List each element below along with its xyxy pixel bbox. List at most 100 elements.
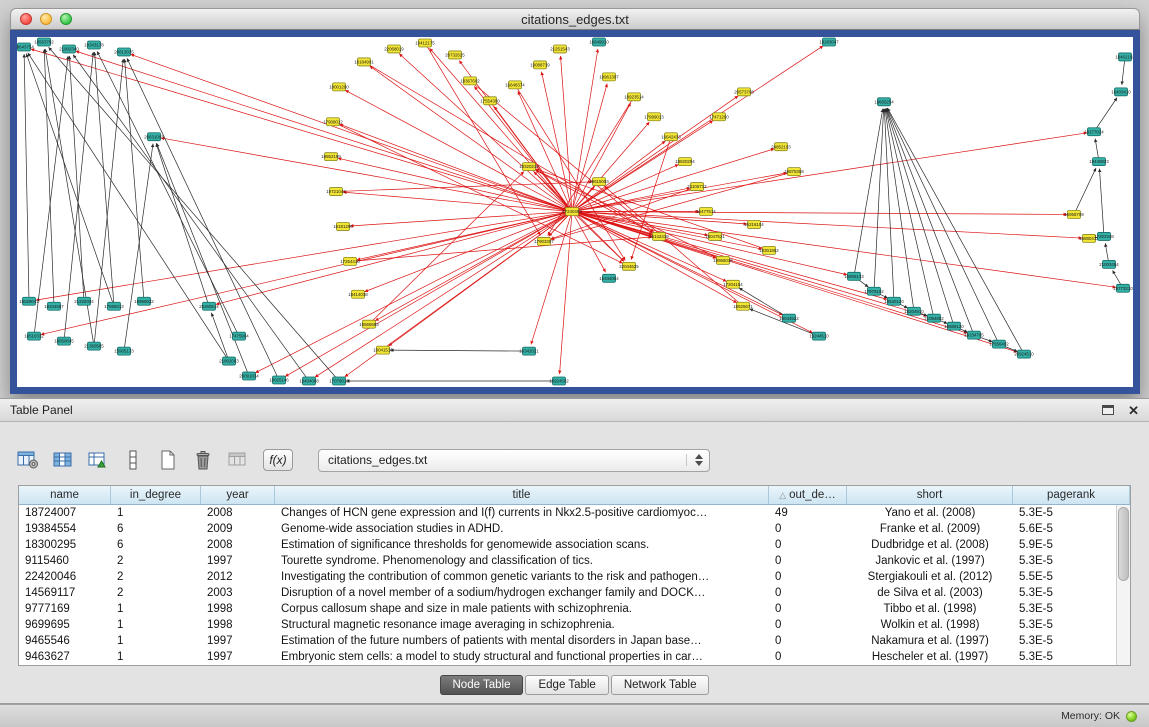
select-columns-icon[interactable]: [51, 448, 75, 472]
graph-node-yellow[interactable]: 16041516: [373, 346, 393, 354]
citation-edge-red[interactable]: [560, 212, 572, 375]
graph-node-yellow[interactable]: 17204154: [723, 280, 743, 288]
table-cell[interactable]: Structural magnetic resonance image aver…: [275, 619, 769, 631]
graph-node-yellow[interactable]: 18184901: [354, 58, 374, 66]
citation-edge-black[interactable]: [127, 58, 279, 380]
table-cell[interactable]: 0: [769, 635, 847, 647]
citation-edge-red[interactable]: [572, 212, 1017, 352]
graph-node-yellow[interactable]: 19615093: [589, 178, 609, 186]
table-cell[interactable]: 0: [769, 619, 847, 631]
table-cell[interactable]: Wolkin et al. (1998): [847, 619, 1013, 631]
close-window-button[interactable]: [20, 13, 32, 25]
citation-edge-red[interactable]: [333, 122, 623, 264]
table-cell[interactable]: de Silva et al. (2003): [847, 587, 1013, 599]
table-cell[interactable]: 5.9E-5: [1013, 539, 1130, 551]
column-header-title[interactable]: title: [275, 486, 769, 504]
scrollbar-thumb[interactable]: [1118, 507, 1129, 581]
graph-node-teal[interactable]: 18950845: [54, 337, 74, 345]
graph-node-yellow[interactable]: 18047521: [705, 232, 725, 240]
citation-edge-black[interactable]: [157, 143, 249, 376]
table-cell[interactable]: Tourette syndrome. Phenomenology and cla…: [275, 555, 769, 567]
column-header-in-degree[interactable]: in_degree: [111, 486, 201, 504]
zoom-window-button[interactable]: [60, 13, 72, 25]
citation-edge-red[interactable]: [161, 138, 572, 212]
citation-edge-black[interactable]: [124, 144, 153, 351]
table-cell[interactable]: 0: [769, 571, 847, 583]
table-cell[interactable]: 18300295: [19, 539, 111, 551]
table-cell[interactable]: Estimation of significance thresholds fo…: [275, 539, 769, 551]
table-cell[interactable]: 1997: [201, 635, 275, 647]
table-cell[interactable]: 2012: [201, 571, 275, 583]
graph-node-teal[interactable]: 19440823: [1089, 158, 1109, 166]
graph-node-teal[interactable]: 19343178: [84, 41, 104, 49]
graph-node-teal[interactable]: 16044522: [779, 314, 799, 322]
graph-node-teal[interactable]: 17079013: [329, 377, 349, 385]
tab-node-table[interactable]: Node Table: [440, 675, 524, 695]
citation-edge-black[interactable]: [156, 143, 209, 306]
graph-node-yellow[interactable]: 18414038: [348, 290, 368, 298]
citation-edge-black[interactable]: [1074, 168, 1096, 215]
graph-node-teal[interactable]: 16805133: [844, 272, 864, 280]
graph-node-yellow[interactable]: 17999013: [644, 113, 664, 121]
graph-node-yellow[interactable]: 18820294: [675, 158, 695, 166]
citation-edge-black[interactable]: [24, 54, 29, 301]
column-header-year[interactable]: year: [201, 486, 275, 504]
graph-node-yellow[interactable]: 17471290: [709, 113, 729, 121]
graph-node-teal[interactable]: 18344557: [44, 302, 64, 310]
table-cell[interactable]: Nakamura et al. (1997): [847, 635, 1013, 647]
graph-node-teal[interactable]: 21360565: [84, 342, 104, 350]
graph-node-teal[interactable]: 18563782: [34, 38, 54, 46]
graph-node-yellow[interactable]: 15958709: [1064, 211, 1084, 219]
citation-edge-black[interactable]: [49, 47, 339, 381]
graph-node-yellow[interactable]: 19961307: [599, 73, 619, 81]
table-row[interactable]: 2242004622012Investigating the contribut…: [19, 569, 1130, 585]
table-cell[interactable]: 5.3E-5: [1013, 507, 1130, 519]
graph-node-yellow[interactable]: 16181296: [333, 222, 353, 230]
table-row[interactable]: 946362711997Embryonic stem cells: a mode…: [19, 649, 1130, 665]
table-cell[interactable]: 1: [111, 603, 201, 615]
function-builder-button[interactable]: f(x): [263, 449, 293, 471]
graph-node-teal[interactable]: 17979102: [864, 287, 884, 295]
table-cell[interactable]: 0: [769, 587, 847, 599]
table-cell[interactable]: 22420046: [19, 571, 111, 583]
graph-node-teal[interactable]: 21802063: [219, 357, 239, 365]
table-cell[interactable]: 0: [769, 523, 847, 535]
citation-edge-black[interactable]: [34, 56, 68, 336]
table-cell[interactable]: 1998: [201, 619, 275, 631]
table-row[interactable]: 1456911722003Disruption of a novel membe…: [19, 585, 1130, 601]
graph-node-teal[interactable]: 21229304: [74, 297, 94, 305]
table-cell[interactable]: 6: [111, 539, 201, 551]
table-cell[interactable]: 1: [111, 651, 201, 663]
graph-node-teal[interactable]: 17203348: [1094, 232, 1114, 240]
graph-node-yellow[interactable]: 18367602: [460, 77, 480, 85]
table-cell[interactable]: 1998: [201, 603, 275, 615]
graph-node-teal[interactable]: 21003454: [1099, 260, 1119, 268]
close-panel-icon[interactable]: ✕: [1128, 404, 1139, 417]
citation-edge-black[interactable]: [854, 109, 883, 277]
table-cell[interactable]: 5.3E-5: [1013, 555, 1130, 567]
graph-node-teal[interactable]: 19404068: [299, 377, 319, 385]
table-cell[interactable]: 2: [111, 587, 201, 599]
table-vertical-scrollbar[interactable]: [1116, 505, 1130, 665]
graph-node-yellow[interactable]: 21106712: [687, 183, 707, 191]
minimize-window-button[interactable]: [40, 13, 52, 25]
citation-edge-black[interactable]: [1094, 98, 1117, 132]
table-cell[interactable]: 5.3E-5: [1013, 635, 1130, 647]
new-table-icon[interactable]: [156, 448, 180, 472]
table-cell[interactable]: 2009: [201, 523, 275, 535]
table-cell[interactable]: 0: [769, 651, 847, 663]
apply-table-icon[interactable]: [226, 448, 250, 472]
table-cell[interactable]: Tibbo et al. (1998): [847, 603, 1013, 615]
table-cell[interactable]: Estimation of the future numbers of pati…: [275, 635, 769, 647]
graph-node-yellow[interactable]: 22044625: [619, 262, 639, 270]
graph-node-yellow[interactable]: 20573708: [734, 88, 754, 96]
table-cell[interactable]: 2008: [201, 539, 275, 551]
citation-edge-black[interactable]: [125, 59, 144, 301]
graph-node-teal[interactable]: 19773210: [1113, 284, 1133, 292]
tab-network-table[interactable]: Network Table: [611, 675, 710, 695]
table-cell[interactable]: 5.6E-5: [1013, 523, 1130, 535]
network-canvas[interactable]: 1724049318001290179080121885219919721043…: [10, 30, 1140, 394]
rows-icon[interactable]: [121, 448, 145, 472]
graph-node-teal[interactable]: 19890022: [134, 297, 154, 305]
graph-node-teal[interactable]: 21902340: [59, 45, 79, 53]
